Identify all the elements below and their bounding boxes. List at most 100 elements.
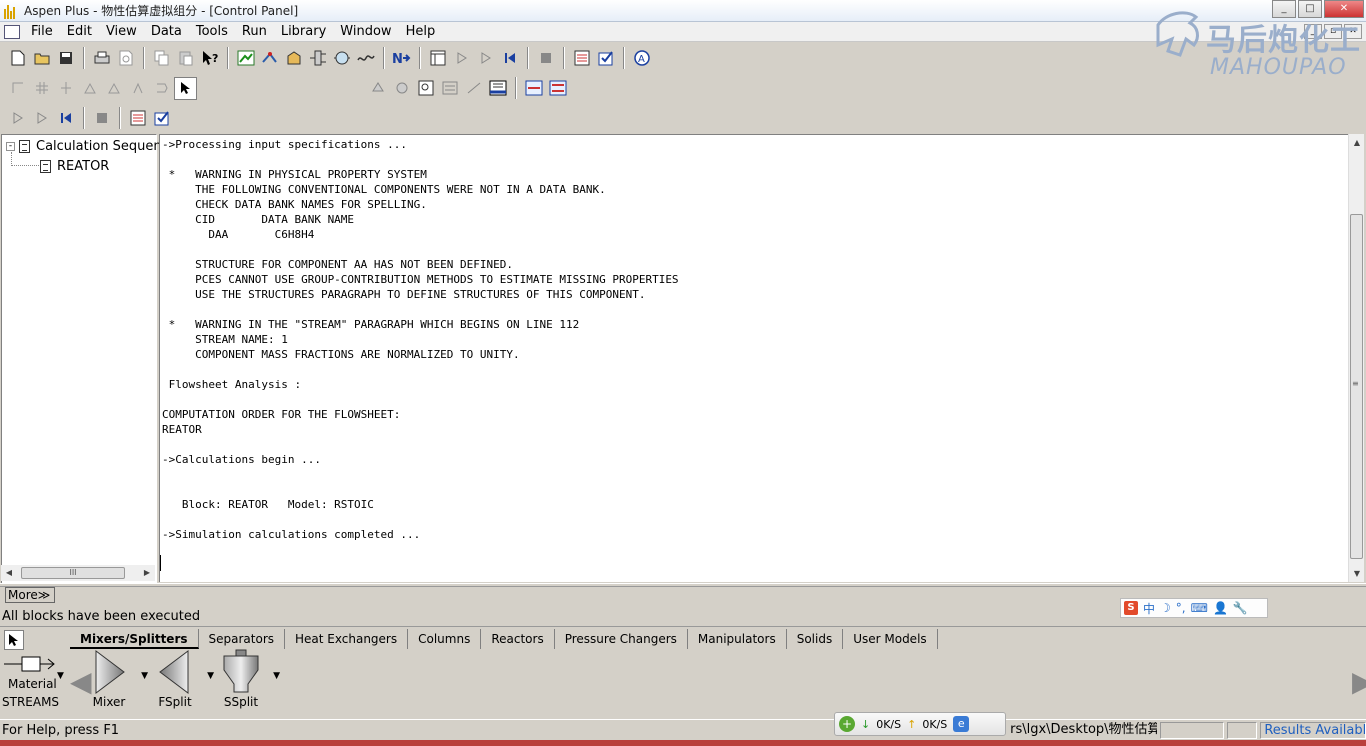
model-library-icon[interactable]: A: [630, 47, 653, 70]
tree-horizontal-scrollbar[interactable]: ◀ III ▶: [1, 565, 155, 581]
print-preview-icon[interactable]: [114, 47, 137, 70]
model-ssplit[interactable]: SSplit ▼: [218, 649, 280, 709]
child-close-button[interactable]: ✕: [1344, 24, 1362, 39]
print-icon[interactable]: [90, 47, 113, 70]
global-data-icon[interactable]: [390, 77, 413, 100]
open-folder-icon[interactable]: [30, 47, 53, 70]
dropdown-arrow-icon[interactable]: ▼: [57, 671, 64, 681]
ime-keyboard-icon[interactable]: ⌨: [1191, 601, 1208, 615]
tree-node-calculation-sequence[interactable]: - Calculation Sequen: [6, 139, 162, 154]
tab-heat-exchangers[interactable]: Heat Exchangers: [285, 629, 409, 649]
stream-connect-icon[interactable]: [258, 47, 281, 70]
ime-mode-toggle[interactable]: 中: [1143, 600, 1155, 617]
menu-tools[interactable]: Tools: [189, 22, 235, 42]
model-fsplit[interactable]: FSplit ▼: [152, 649, 214, 709]
palette-scroll-left-icon[interactable]: ◀: [70, 657, 92, 707]
reactor-icon[interactable]: [330, 47, 353, 70]
menu-view[interactable]: View: [99, 22, 144, 42]
wave-icon[interactable]: [354, 47, 377, 70]
tab-solids[interactable]: Solids: [787, 629, 844, 649]
sogou-logo-icon[interactable]: S: [1124, 601, 1138, 615]
results-icon[interactable]: [570, 47, 593, 70]
whats-this-help-icon[interactable]: ?: [198, 47, 221, 70]
flip-icon[interactable]: [126, 77, 149, 100]
stream-results-icon[interactable]: [522, 77, 545, 100]
check-results-icon[interactable]: [150, 107, 173, 130]
run-icon[interactable]: [6, 107, 29, 130]
run-icon[interactable]: [450, 47, 473, 70]
menu-edit[interactable]: Edit: [60, 22, 99, 42]
annotation-icon[interactable]: [438, 77, 461, 100]
next-input-icon[interactable]: N: [390, 47, 413, 70]
block-results-icon[interactable]: [546, 77, 569, 100]
model-mixer[interactable]: Mixer ▼: [86, 649, 148, 709]
results-icon[interactable]: [126, 107, 149, 130]
scroll-up-icon[interactable]: ▲: [1349, 134, 1365, 151]
step-icon[interactable]: [474, 47, 497, 70]
palette-pointer-button[interactable]: [4, 630, 24, 650]
material-stream-tool[interactable]: Material STREAMS ▼: [2, 653, 64, 713]
close-button[interactable]: ✕: [1324, 0, 1364, 18]
unit-operation-icon[interactable]: [282, 47, 305, 70]
plot-icon[interactable]: [462, 77, 485, 100]
tab-pressure-changers[interactable]: Pressure Changers: [555, 629, 688, 649]
draw-line-icon[interactable]: [6, 77, 29, 100]
dropdown-arrow-icon[interactable]: ▼: [207, 671, 214, 681]
mirror-icon[interactable]: [150, 77, 173, 100]
dropdown-arrow-icon[interactable]: ▼: [273, 671, 280, 681]
select-pointer-icon[interactable]: [174, 76, 197, 100]
network-monitor[interactable]: + ↓ 0K/S ↑ 0K/S e: [834, 712, 1006, 736]
scroll-down-icon[interactable]: ▼: [1349, 565, 1365, 582]
tab-reactors[interactable]: Reactors: [481, 629, 555, 649]
accelerator-plus-icon[interactable]: +: [839, 716, 855, 732]
column-icon[interactable]: [306, 47, 329, 70]
stop-icon[interactable]: [90, 107, 113, 130]
maximize-button[interactable]: □: [1298, 0, 1322, 18]
data-browser-icon[interactable]: [426, 47, 449, 70]
reinitialize-icon[interactable]: [498, 47, 521, 70]
dropdown-arrow-icon[interactable]: ▼: [141, 671, 148, 681]
new-file-icon[interactable]: [6, 47, 29, 70]
menu-data[interactable]: Data: [144, 22, 189, 42]
flowsheet-icon[interactable]: [234, 47, 257, 70]
grid-view-icon[interactable]: [486, 77, 509, 100]
tab-manipulators[interactable]: Manipulators: [688, 629, 787, 649]
rotate-left-icon[interactable]: [78, 77, 101, 100]
stream-table-icon[interactable]: [366, 77, 389, 100]
pane-splitter[interactable]: [0, 583, 1366, 587]
document-icon[interactable]: [4, 24, 20, 39]
ime-punctuation-icon[interactable]: °,: [1176, 601, 1186, 615]
check-results-icon[interactable]: [594, 47, 617, 70]
tree-collapse-toggle[interactable]: -: [6, 142, 15, 151]
menu-file[interactable]: File: [24, 22, 60, 42]
save-icon[interactable]: [54, 47, 77, 70]
tab-columns[interactable]: Columns: [408, 629, 482, 649]
ime-settings-icon[interactable]: 🔧: [1233, 601, 1248, 615]
copy-icon[interactable]: [150, 47, 173, 70]
palette-scroll-right-icon[interactable]: ▶: [1352, 657, 1366, 707]
ime-moon-icon[interactable]: ☽: [1160, 601, 1171, 615]
rotate-right-icon[interactable]: [102, 77, 125, 100]
menu-help[interactable]: Help: [399, 22, 443, 42]
stop-icon[interactable]: [534, 47, 557, 70]
minimize-button[interactable]: _: [1272, 0, 1296, 18]
tab-separators[interactable]: Separators: [199, 629, 286, 649]
child-minimize-button[interactable]: _: [1304, 24, 1322, 39]
grid-icon[interactable]: [30, 77, 53, 100]
scroll-left-icon[interactable]: ◀: [1, 565, 17, 581]
child-restore-button[interactable]: ▫: [1324, 24, 1342, 39]
zoom-icon[interactable]: [414, 77, 437, 100]
menu-run[interactable]: Run: [235, 22, 274, 42]
console-vertical-scrollbar[interactable]: ▲ ≡ ▼: [1348, 134, 1364, 582]
tab-user-models[interactable]: User Models: [843, 629, 938, 649]
browser-icon[interactable]: e: [953, 716, 970, 732]
paste-icon[interactable]: [174, 47, 197, 70]
scroll-thumb[interactable]: III: [21, 567, 125, 579]
tree-node-reator[interactable]: REATOR: [40, 159, 109, 174]
step-icon[interactable]: [30, 107, 53, 130]
more-button[interactable]: More≫: [5, 587, 55, 603]
reinitialize-icon[interactable]: [54, 107, 77, 130]
tab-mixers-splitters[interactable]: Mixers/Splitters: [70, 629, 199, 649]
ime-user-icon[interactable]: 👤: [1213, 601, 1228, 615]
scroll-right-icon[interactable]: ▶: [139, 565, 155, 581]
